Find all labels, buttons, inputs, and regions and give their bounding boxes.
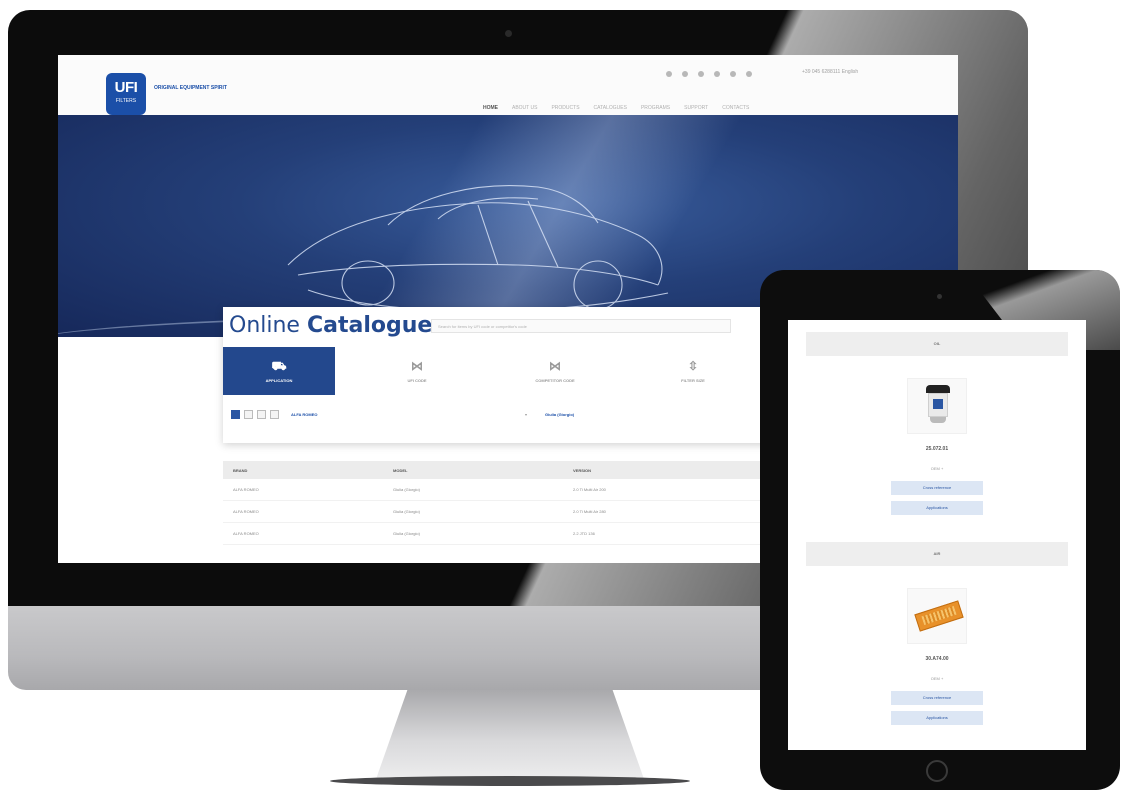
logo-subtext: FILTERS (115, 98, 137, 104)
tablet-home-button[interactable] (926, 760, 948, 782)
logo-text: UFI (114, 79, 138, 96)
vehicle-type-van[interactable] (244, 409, 253, 419)
title-bold: Catalogue (306, 313, 433, 338)
nav-catalogues[interactable]: CATALOGUES (594, 105, 627, 111)
applications-button[interactable]: Applications (891, 711, 983, 725)
table-header: BRAND MODEL VERSION (223, 461, 783, 479)
tablet-device: OIL 25.072.01 OEM + Cross reference Appl… (760, 270, 1120, 790)
webcam (505, 30, 512, 37)
cell-brand: ALFA ROMEO (233, 531, 259, 536)
table-row[interactable]: ALFA ROMEO Giulia (Giorgio) 2.2 JTD 136 (223, 523, 783, 545)
brand-select[interactable]: ALFA ROMEO (291, 412, 521, 417)
product-card[interactable]: 30.A74.00 OEM + Cross reference Applicat… (870, 588, 1004, 725)
nav-home[interactable]: HOME (483, 105, 498, 111)
ufi-logo[interactable]: UFI FILTERS (106, 73, 146, 115)
chevron-down-icon[interactable]: ▾ (525, 412, 527, 417)
compare-icon: ⋈ (549, 358, 561, 373)
tab-competitor-code[interactable]: ⋈ COMPETITOR CODE (499, 347, 611, 395)
social-icons (666, 71, 752, 77)
tab-label: COMPETITOR CODE (535, 377, 575, 383)
tab-application[interactable]: ⛟ APPLICATION (223, 347, 335, 395)
results-table: BRAND MODEL VERSION ALFA ROMEO Giulia (G… (223, 461, 783, 545)
product-oem: OEM + (930, 466, 944, 471)
tab-ufi-code[interactable]: ⋈ UFI CODE (361, 347, 473, 395)
cell-model: Giulia (Giorgio) (393, 531, 420, 536)
product-oem: OEM + (930, 676, 944, 681)
monitor-stand (375, 690, 645, 782)
ruler-icon: ⇳ (687, 358, 699, 373)
product-code: 30.A74.00 (925, 656, 949, 662)
air-filter-image (907, 588, 967, 644)
cross-reference-button[interactable]: Cross reference (891, 691, 983, 705)
filter-icon: ⋈ (411, 358, 423, 373)
model-select[interactable]: Giulia (Giorgio) (545, 412, 574, 417)
tab-label: UFI CODE (407, 377, 427, 383)
cell-version: 2.0 Ti Multi Air 280 (573, 509, 606, 514)
phone-language[interactable]: +39 045 6288111 English (802, 69, 858, 75)
tablet-screen: OIL 25.072.01 OEM + Cross reference Appl… (788, 320, 1086, 750)
col-version[interactable]: VERSION (573, 468, 773, 473)
tab-filter-size[interactable]: ⇳ FILTER SIZE (637, 347, 749, 395)
nav-contacts[interactable]: CONTACTS (722, 105, 749, 111)
vehicle-type-moto[interactable] (270, 409, 279, 419)
section-oil[interactable]: OIL (806, 332, 1068, 356)
col-brand[interactable]: BRAND (223, 468, 393, 473)
cell-version: 2.0 Ti Multi Air 200 (573, 487, 606, 492)
product-code: 25.072.01 (925, 446, 949, 452)
vehicle-type-car[interactable] (231, 409, 240, 419)
car-icon: ⛟ (271, 358, 287, 373)
oil-filter-image (907, 378, 967, 434)
twitter-icon[interactable] (730, 71, 736, 77)
table-row[interactable]: ALFA ROMEO Giulia (Giorgio) 2.0 Ti Multi… (223, 501, 783, 523)
main-nav: HOME ABOUT US PRODUCTS CATALOGUES PROGRA… (483, 105, 749, 111)
product-card[interactable]: 25.072.01 OEM + Cross reference Applicat… (870, 378, 1004, 515)
youtube-icon[interactable] (698, 71, 704, 77)
site-header: UFI FILTERS ORIGINAL EQUIPMENT SPIRIT +3… (58, 55, 958, 115)
nav-support[interactable]: SUPPORT (684, 105, 708, 111)
col-model[interactable]: MODEL (393, 468, 573, 473)
section-air[interactable]: AIR (806, 542, 1068, 566)
cell-version: 2.2 JTD 136 (573, 531, 595, 536)
monitor-stand-base (330, 776, 690, 786)
tab-label: FILTER SIZE (681, 377, 705, 383)
applications-button[interactable]: Applications (891, 501, 983, 515)
nav-about[interactable]: ABOUT US (512, 105, 537, 111)
tab-label: APPLICATION (265, 377, 293, 383)
nav-programs[interactable]: PROGRAMS (641, 105, 670, 111)
instagram-icon[interactable] (714, 71, 720, 77)
tablet-camera (937, 294, 942, 299)
vehicle-type-truck[interactable] (257, 409, 266, 419)
nav-products[interactable]: PRODUCTS (551, 105, 579, 111)
catalogue-title: Online Catalogue (229, 313, 432, 338)
table-row[interactable]: ALFA ROMEO Giulia (Giorgio) 2.0 Ti Multi… (223, 479, 783, 501)
cell-brand: ALFA ROMEO (233, 509, 259, 514)
cell-model: Giulia (Giorgio) (393, 509, 420, 514)
brand-tagline: ORIGINAL EQUIPMENT SPIRIT (154, 85, 227, 91)
linkedin-icon[interactable] (682, 71, 688, 77)
catalogue-search-input[interactable]: Search for items by UFI code or competit… (431, 319, 731, 333)
facebook-icon[interactable] (666, 71, 672, 77)
title-light: Online (229, 313, 300, 338)
cell-brand: ALFA ROMEO (233, 487, 259, 492)
flickr-icon[interactable] (746, 71, 752, 77)
cross-reference-button[interactable]: Cross reference (891, 481, 983, 495)
cell-model: Giulia (Giorgio) (393, 487, 420, 492)
